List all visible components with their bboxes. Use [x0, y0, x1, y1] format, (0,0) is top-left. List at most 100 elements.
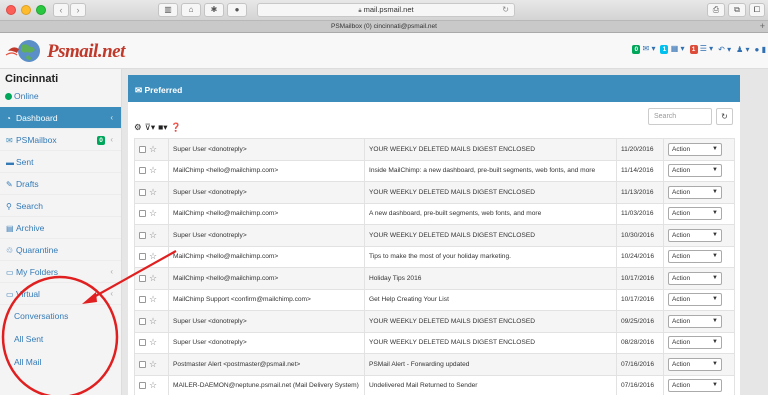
- action-select[interactable]: Action ▼: [668, 250, 722, 264]
- subject-cell[interactable]: Holiday Tips 2016: [364, 267, 617, 290]
- refresh-button[interactable]: ↻: [716, 108, 733, 125]
- star-icon[interactable]: ☆: [149, 165, 157, 175]
- user-menu-icon[interactable]: ♟ ▾: [736, 45, 749, 54]
- action-select[interactable]: Action ▼: [668, 164, 722, 178]
- sidebar-item-drafts[interactable]: ✎ Drafts: [0, 173, 121, 195]
- privacy-icon[interactable]: ●: [227, 3, 247, 17]
- action-select[interactable]: Action ▼: [668, 185, 722, 199]
- reload-icon[interactable]: ↻: [502, 4, 509, 16]
- extension-icon[interactable]: ✱: [204, 3, 224, 17]
- star-icon[interactable]: ☆: [149, 316, 157, 326]
- star-icon[interactable]: ☆: [149, 230, 157, 240]
- table-row[interactable]: ☆ Super User <donotreply> YOUR WEEKLY DELE…: [134, 181, 735, 204]
- minimize-window-button[interactable]: [21, 5, 31, 15]
- sidebar-toggle-icon[interactable]: ▥: [158, 3, 178, 17]
- reply-menu-icon[interactable]: ↶ ▾: [718, 45, 731, 54]
- sender-cell[interactable]: MailChimp <hello@mailchimp.com>: [168, 202, 365, 225]
- filter-icon[interactable]: ⊽▾: [145, 122, 156, 133]
- subject-cell[interactable]: A new dashboard, pre-built segments, web…: [364, 202, 617, 225]
- sidebar-subitem-all-mail[interactable]: All Mail: [0, 351, 121, 374]
- zoom-window-button[interactable]: [36, 5, 46, 15]
- row-checkbox[interactable]: [139, 382, 146, 390]
- sidebar-item-quarantine[interactable]: ♲ Quarantine: [0, 239, 121, 261]
- row-checkbox[interactable]: [139, 231, 146, 239]
- sidebar-item-psmailbox[interactable]: ✉ PSMailbox 0 ‹: [0, 129, 121, 151]
- back-button[interactable]: ‹: [53, 3, 69, 17]
- print-icon[interactable]: ⎙: [707, 3, 725, 17]
- sidebar-subitem-all-sent[interactable]: All Sent: [0, 328, 121, 351]
- sidebar-subitem-conversations[interactable]: Conversations: [0, 305, 121, 328]
- row-checkbox[interactable]: [139, 296, 146, 304]
- sender-cell[interactable]: MailChimp <hello@mailchimp.com>: [168, 267, 365, 290]
- action-select[interactable]: Action ▼: [668, 228, 722, 242]
- table-row[interactable]: ☆ MailChimp <hello@mailchimp.com> Tips to …: [134, 245, 735, 268]
- star-icon[interactable]: ☆: [149, 380, 157, 390]
- subject-cell[interactable]: Undelivered Mail Returned to Sender: [364, 374, 617, 395]
- mail-notifications[interactable]: 0 ✉ ▾: [632, 44, 655, 54]
- table-row[interactable]: ☆ MailChimp <hello@mailchimp.com> Holiday …: [134, 267, 735, 290]
- forward-button[interactable]: ›: [70, 3, 86, 17]
- row-checkbox[interactable]: [139, 339, 146, 347]
- table-row[interactable]: ☆ MailChimp Support <confirm@mailchimp.co…: [134, 288, 735, 311]
- action-select[interactable]: Action ▼: [668, 379, 722, 393]
- row-checkbox[interactable]: [139, 145, 146, 153]
- table-row[interactable]: ☆ Super User <donotreply> YOUR WEEKLY DELE…: [134, 310, 735, 333]
- table-row[interactable]: ☆ MailChimp <hello@mailchimp.com> Inside M…: [134, 159, 735, 182]
- home-icon[interactable]: ⌂: [181, 3, 201, 17]
- row-checkbox[interactable]: [139, 360, 146, 368]
- action-select[interactable]: Action ▼: [668, 271, 722, 285]
- action-select[interactable]: Action ▼: [668, 293, 722, 307]
- close-window-button[interactable]: [6, 5, 16, 15]
- tasks-notifications[interactable]: 1 ☰ ▾: [689, 44, 713, 54]
- subject-cell[interactable]: YOUR WEEKLY DELETED MAILS DIGEST ENCLOSE…: [364, 138, 617, 161]
- subject-cell[interactable]: Get Help Creating Your List: [364, 288, 617, 311]
- subject-cell[interactable]: YOUR WEEKLY DELETED MAILS DIGEST ENCLOSE…: [364, 331, 617, 354]
- sidebar-item-sent[interactable]: ▬ Sent: [0, 151, 121, 173]
- sender-cell[interactable]: Super User <donotreply>: [168, 224, 365, 247]
- star-icon[interactable]: ☆: [149, 144, 157, 154]
- star-icon[interactable]: ☆: [149, 208, 157, 218]
- sender-cell[interactable]: MailChimp Support <confirm@mailchimp.com…: [168, 288, 365, 311]
- logo[interactable]: Psmail.net: [5, 37, 145, 65]
- sender-cell[interactable]: Postmaster Alert <postmaster@psmail.net>: [168, 353, 365, 376]
- new-tab-icon[interactable]: +: [760, 21, 765, 32]
- row-checkbox[interactable]: [139, 317, 146, 325]
- table-row[interactable]: ☆ Super User <donotreply> YOUR WEEKLY DELE…: [134, 331, 735, 354]
- sender-cell[interactable]: MailChimp <hello@mailchimp.com>: [168, 245, 365, 268]
- subject-cell[interactable]: PSMail Alert - Forwarding updated: [364, 353, 617, 376]
- subject-cell[interactable]: YOUR WEEKLY DELETED MAILS DIGEST ENCLOSE…: [364, 224, 617, 247]
- help-icon[interactable]: ❓: [171, 122, 182, 133]
- label-icon[interactable]: ■▾: [158, 122, 167, 133]
- select-options-icon[interactable]: ⚙: [134, 122, 142, 133]
- row-checkbox[interactable]: [139, 167, 146, 175]
- sender-cell[interactable]: Super User <donotreply>: [168, 138, 365, 161]
- subject-cell[interactable]: YOUR WEEKLY DELETED MAILS DIGEST ENCLOSE…: [364, 181, 617, 204]
- row-checkbox[interactable]: [139, 188, 146, 196]
- star-icon[interactable]: ☆: [149, 273, 157, 283]
- table-row[interactable]: ☆ MAILER-DAEMON@neptune.psmail.net (Mail …: [134, 374, 735, 395]
- table-row[interactable]: ☆ Super User <donotreply> YOUR WEEKLY DELE…: [134, 138, 735, 161]
- star-icon[interactable]: ☆: [149, 359, 157, 369]
- star-icon[interactable]: ☆: [149, 187, 157, 197]
- sidebar-item-my-folders[interactable]: ▭ My Folders ‹: [0, 261, 121, 283]
- row-checkbox[interactable]: [139, 274, 146, 282]
- star-icon[interactable]: ☆: [149, 294, 157, 304]
- tabs-icon[interactable]: ⧠: [749, 3, 765, 17]
- action-select[interactable]: Action ▼: [668, 336, 722, 350]
- table-row[interactable]: ☆ MailChimp <hello@mailchimp.com> A new da…: [134, 202, 735, 225]
- tab-title[interactable]: PSMailbox (0) cincinnati@psmail.net: [331, 23, 437, 30]
- action-select[interactable]: Action ▼: [668, 357, 722, 371]
- sender-cell[interactable]: Super User <donotreply>: [168, 181, 365, 204]
- sender-cell[interactable]: Super User <donotreply>: [168, 331, 365, 354]
- subject-cell[interactable]: YOUR WEEKLY DELETED MAILS DIGEST ENCLOSE…: [364, 310, 617, 333]
- calendar-notifications[interactable]: 1 ▦ ▾: [660, 44, 685, 54]
- share-icon[interactable]: ⧉: [728, 3, 746, 17]
- sidebar-item-dashboard[interactable]: ◔ Dashboard ‹: [0, 107, 121, 129]
- search-input[interactable]: Search: [648, 108, 712, 125]
- sidebar-item-search[interactable]: ⚲ Search: [0, 195, 121, 217]
- action-select[interactable]: Action ▼: [668, 142, 722, 156]
- subject-cell[interactable]: Inside MailChimp: a new dashboard, pre-b…: [364, 159, 617, 182]
- row-checkbox[interactable]: [139, 210, 146, 218]
- table-row[interactable]: ☆ Postmaster Alert <postmaster@psmail.net…: [134, 353, 735, 376]
- action-select[interactable]: Action ▼: [668, 207, 722, 221]
